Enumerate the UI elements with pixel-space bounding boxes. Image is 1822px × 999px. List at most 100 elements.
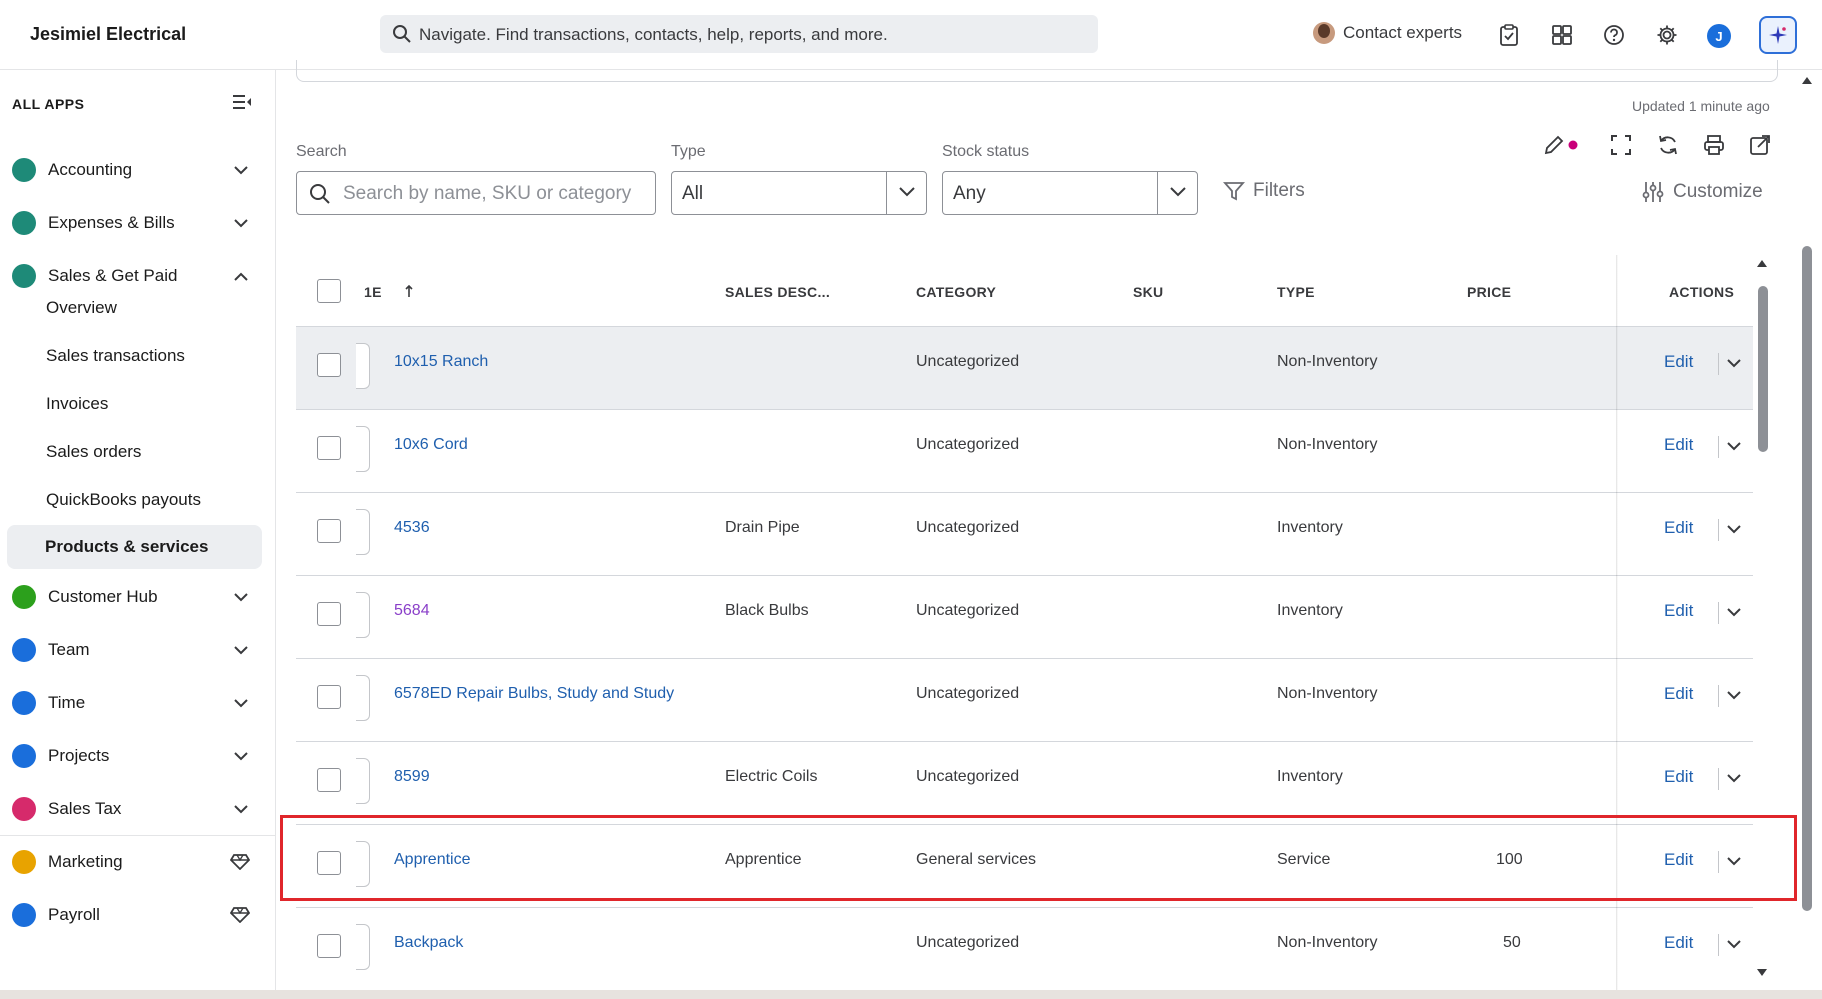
stock-status-select[interactable]: Any — [942, 171, 1198, 215]
table-row[interactable]: Backpack Uncategorized Non-Inventory 50 … — [296, 908, 1753, 991]
page-scrollbar[interactable] — [1800, 70, 1814, 990]
sidebar-item-sales-get-paid[interactable]: Sales & Get Paid — [0, 256, 276, 296]
table-scrollbar-thumb[interactable] — [1758, 286, 1768, 452]
sidebar-subitem-invoices[interactable]: Invoices — [46, 394, 108, 414]
row-checkbox[interactable] — [317, 685, 341, 709]
sidebar-subitem-overview[interactable]: Overview — [46, 298, 117, 318]
edit-link[interactable]: Edit — [1664, 435, 1693, 455]
edit-link[interactable]: Edit — [1664, 518, 1693, 538]
column-header-sku[interactable]: SKU — [1133, 284, 1163, 300]
edit-link[interactable]: Edit — [1664, 933, 1693, 953]
filters-button[interactable]: Filters — [1223, 180, 1305, 202]
category: Uncategorized — [916, 768, 1020, 785]
sidebar-subitem-products-services[interactable]: Products & services — [7, 525, 262, 569]
type-label: Type — [671, 143, 706, 160]
row-checkbox[interactable] — [317, 934, 341, 958]
apps-grid-icon[interactable] — [1549, 22, 1575, 48]
table-row[interactable]: 6578ED Repair Bulbs, Study and Study Unc… — [296, 659, 1753, 742]
print-icon[interactable] — [1701, 132, 1727, 158]
product-name-link[interactable]: 4536 — [394, 519, 430, 537]
ai-assistant-button[interactable] — [1759, 16, 1797, 54]
chevron-down-icon[interactable] — [1727, 525, 1741, 534]
product-name-link[interactable]: 5684 — [394, 602, 430, 620]
type: Non-Inventory — [1277, 934, 1378, 951]
sidebar-item-projects[interactable]: Projects — [0, 736, 276, 776]
action-separator — [1718, 353, 1719, 375]
user-avatar[interactable]: J — [1707, 24, 1731, 48]
sidebar-item-sales-tax[interactable]: Sales Tax — [0, 789, 276, 829]
chevron-down-icon[interactable] — [1727, 359, 1741, 368]
table-row[interactable]: 4536 Drain Pipe Uncategorized Inventory … — [296, 493, 1753, 576]
global-search-input[interactable]: Navigate. Find transactions, contacts, h… — [380, 15, 1098, 53]
sidebar-item-customer-hub[interactable]: Customer Hub — [0, 577, 276, 617]
export-icon[interactable] — [1747, 132, 1773, 158]
sidebar-item-marketing[interactable]: Marketing — [0, 842, 276, 882]
search-icon — [309, 183, 331, 211]
contact-experts-button[interactable]: Contact experts — [1313, 22, 1462, 44]
help-icon[interactable] — [1601, 22, 1627, 48]
company-name[interactable]: Jesimiel Electrical — [30, 24, 186, 45]
column-header-sales-description[interactable]: SALES DESC... — [725, 284, 830, 300]
row-checkbox[interactable] — [317, 602, 341, 626]
select-all-checkbox[interactable] — [317, 279, 341, 303]
type: Non-Inventory — [1277, 436, 1378, 453]
edit-link[interactable]: Edit — [1664, 601, 1693, 621]
table-row[interactable]: 8599 Electric Coils Uncategorized Invent… — [296, 742, 1753, 825]
customer-hub-app-icon — [12, 585, 36, 609]
sidebar-item-payroll[interactable]: Payroll — [0, 895, 276, 935]
edit-link[interactable]: Edit — [1664, 684, 1693, 704]
sliders-icon — [1642, 182, 1664, 202]
table-row[interactable]: 10x15 Ranch Uncategorized Non-Inventory … — [296, 327, 1753, 410]
type-select[interactable]: All — [671, 171, 927, 215]
page-scrollbar-thumb[interactable] — [1802, 246, 1812, 911]
sidebar-item-accounting[interactable]: Accounting — [0, 150, 276, 190]
column-header-price[interactable]: PRICE — [1467, 284, 1511, 300]
sidebar-subitem-sales-orders[interactable]: Sales orders — [46, 442, 141, 462]
product-search-input[interactable]: Search by name, SKU or category — [296, 171, 656, 215]
column-header-category[interactable]: CATEGORY — [916, 284, 996, 300]
product-image-placeholder — [356, 924, 370, 970]
row-checkbox[interactable] — [317, 519, 341, 543]
stock-status-label: Stock status — [942, 143, 1030, 160]
sidebar-item-time[interactable]: Time — [0, 683, 276, 723]
edit-pencil-icon[interactable] — [1541, 132, 1567, 158]
edit-link[interactable]: Edit — [1664, 767, 1693, 787]
sidebar-item-label: Accounting — [48, 160, 133, 179]
sidebar-subitem-quickbooks-payouts[interactable]: QuickBooks payouts — [46, 490, 201, 510]
column-header-name[interactable]: 1E — [364, 284, 382, 300]
fullscreen-icon[interactable] — [1608, 132, 1634, 158]
row-checkbox[interactable] — [317, 436, 341, 460]
refresh-icon[interactable] — [1655, 132, 1681, 158]
sidebar-item-team[interactable]: Team — [0, 630, 276, 670]
sidebar-item-expenses-bills[interactable]: Expenses & Bills — [0, 203, 276, 243]
row-checkbox[interactable] — [317, 353, 341, 377]
chevron-down-icon[interactable] — [1727, 774, 1741, 783]
product-name-link[interactable]: 10x6 Cord — [394, 436, 468, 454]
table-row[interactable]: 10x6 Cord Uncategorized Non-Inventory Ed… — [296, 410, 1753, 493]
chevron-down-icon[interactable] — [1727, 608, 1741, 617]
row-checkbox[interactable] — [317, 768, 341, 792]
product-name-link[interactable]: 6578ED Repair Bulbs, Study and Study — [394, 685, 674, 703]
table-row[interactable]: 5684 Black Bulbs Uncategorized Inventory… — [296, 576, 1753, 659]
settings-gear-icon[interactable] — [1654, 22, 1680, 48]
highlight-box — [280, 815, 1797, 901]
chevron-down-icon[interactable] — [1727, 442, 1741, 451]
product-name-link[interactable]: 8599 — [394, 768, 430, 786]
product-name-link[interactable]: 10x15 Ranch — [394, 353, 488, 371]
chevron-down-icon[interactable] — [1727, 940, 1741, 949]
collapse-sidebar-icon[interactable] — [232, 94, 252, 115]
column-header-type[interactable]: TYPE — [1277, 284, 1315, 300]
sidebar-subitem-sales-transactions[interactable]: Sales transactions — [46, 346, 185, 366]
price: 50 — [1503, 934, 1521, 951]
sort-ascending-icon[interactable] — [404, 284, 414, 298]
chevron-down-icon[interactable] — [1727, 691, 1741, 700]
product-name-link[interactable]: Backpack — [394, 934, 463, 952]
stock-status-value: Any — [953, 183, 986, 204]
edit-link[interactable]: Edit — [1664, 352, 1693, 372]
sidebar-item-label: Customer Hub — [48, 587, 158, 606]
chevron-down-icon — [234, 218, 248, 227]
clipboard-icon[interactable] — [1496, 22, 1522, 48]
diamond-icon — [230, 907, 250, 923]
sales-description: Drain Pipe — [725, 519, 800, 536]
customize-button[interactable]: Customize — [1641, 180, 1763, 204]
